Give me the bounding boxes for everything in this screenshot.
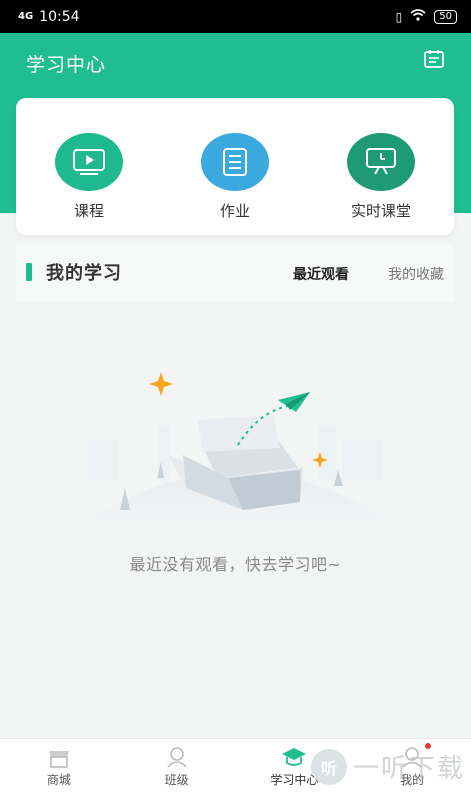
tab-recent[interactable]: 最近观看 <box>293 264 349 284</box>
nav-item-class[interactable]: 班级 <box>122 739 232 788</box>
course-entry[interactable]: 课程 <box>29 133 149 221</box>
watermark-logo: 听 <box>311 748 347 785</box>
document-icon <box>201 133 269 191</box>
nav-label-store: 商城 <box>46 773 71 787</box>
class-icon <box>167 747 187 768</box>
wifi-icon <box>410 9 426 24</box>
live-class-entry[interactable]: 实时课堂 <box>321 133 441 221</box>
course-label: 课程 <box>73 202 104 220</box>
store-icon <box>48 751 69 768</box>
video-icon <box>55 133 123 191</box>
status-time: 10:54 <box>39 8 80 25</box>
watermark-text: 一听下载 <box>353 754 466 784</box>
live-class-label: 实时课堂 <box>350 202 411 220</box>
watermark: 听 一听下载 <box>311 742 471 791</box>
status-bar: 4G 10:54 ▯ 50 <box>0 0 471 33</box>
signal-indicator: 4G <box>18 11 34 22</box>
homework-entry[interactable]: 作业 <box>175 133 295 221</box>
my-study-header: 我的学习 最近观看 我的收藏 <box>16 244 454 302</box>
tab-favorites[interactable]: 我的收藏 <box>388 264 444 284</box>
calendar-icon[interactable] <box>423 48 445 70</box>
quick-entry-card: 课程 作业 实时课堂 <box>16 98 454 235</box>
vibrate-icon: ▯ <box>395 9 403 24</box>
section-title: 我的学习 <box>46 263 122 284</box>
section-marker <box>26 263 32 281</box>
live-class-icon <box>347 133 415 191</box>
page-title: 学习中心 <box>26 54 107 76</box>
empty-message: 最近没有观看，快去学习吧~ <box>129 555 342 574</box>
nav-item-store[interactable]: 商城 <box>4 739 114 788</box>
graduation-cap-icon <box>282 748 307 766</box>
nav-label-class: 班级 <box>164 773 189 787</box>
empty-box-illustration <box>68 360 408 535</box>
status-right: ▯ 50 <box>396 9 457 24</box>
battery-indicator: 50 <box>434 9 457 24</box>
homework-label: 作业 <box>219 202 250 220</box>
status-left: 4G 10:54 <box>18 9 80 25</box>
